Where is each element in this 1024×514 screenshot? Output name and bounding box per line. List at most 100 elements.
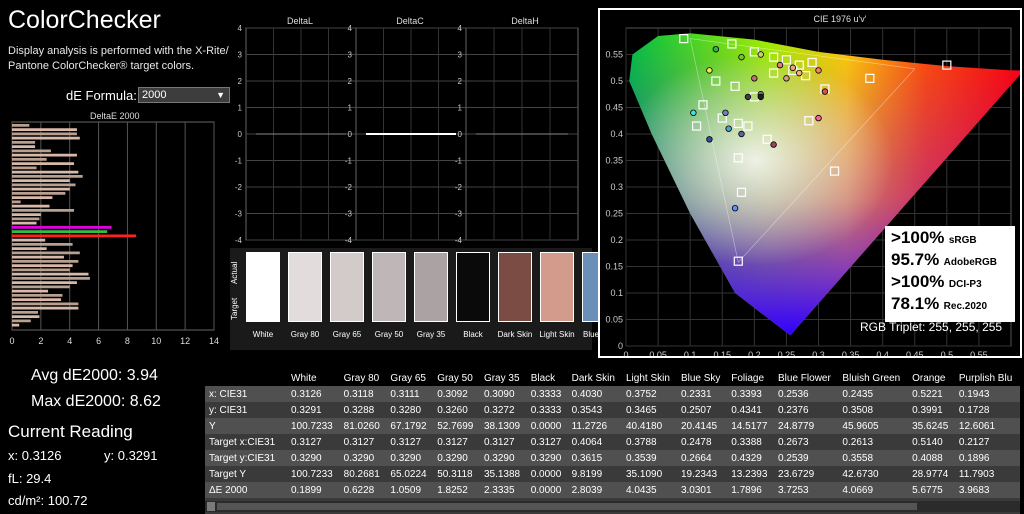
rec2020-label: Rec.2020 bbox=[943, 301, 988, 312]
deltae-bar bbox=[12, 272, 89, 276]
table-cell: 1.8252 bbox=[433, 482, 480, 498]
table-cell: 38.1309 bbox=[479, 418, 527, 434]
deltae-bar bbox=[12, 175, 83, 178]
table-cell: 0.5221 bbox=[908, 386, 955, 402]
deltae-bar bbox=[12, 136, 80, 140]
table-row: Target y:CIE31 0.3290 0.3290 0.3290 0.3290 0.… bbox=[205, 450, 1020, 466]
table-cell: 0.3111 bbox=[386, 386, 434, 402]
table-cell: 0.3752 bbox=[621, 386, 677, 402]
table-cell: 0.3290 bbox=[339, 450, 387, 466]
table-cell: 28.9774 bbox=[908, 466, 955, 482]
swatch-label: White bbox=[252, 330, 274, 339]
table-cell: 24.8779 bbox=[774, 418, 839, 434]
swatch-white bbox=[246, 252, 280, 322]
deltae-bar bbox=[12, 217, 40, 221]
delta-charts: 4 3 2 1 0 -1 -2 -3 -4 4 3 2 1 0 -1 -2 -3 -4 4 3 2 1 0 -1 -2 -3 -4 bbox=[235, 24, 579, 245]
table-row: Target x:CIE31 0.3127 0.3127 0.3127 0.3127 0.… bbox=[205, 434, 1020, 450]
table-cell: 0.4088 bbox=[908, 450, 955, 466]
table-cell: 0.2478 bbox=[676, 434, 728, 450]
table-horizontal-scrollbar[interactable] bbox=[205, 501, 1020, 512]
delta-y-tick: -2 bbox=[235, 183, 243, 192]
cie-y-tick: 0.4 bbox=[610, 129, 623, 139]
delta-y-tick: -3 bbox=[235, 210, 243, 219]
deltae-bar bbox=[12, 289, 49, 293]
swatch-label: Black bbox=[463, 330, 483, 339]
table-cell: 0.3333 bbox=[526, 402, 568, 418]
deltae-bar bbox=[12, 187, 70, 191]
deltae-bar bbox=[12, 204, 50, 208]
adobe-value: 95.7% bbox=[891, 250, 940, 269]
srgb-value: >100% bbox=[891, 228, 945, 247]
swatch-black bbox=[456, 252, 490, 322]
cie-y-tick: 0.55 bbox=[605, 50, 623, 60]
table-cell: 100.7233 bbox=[287, 418, 340, 434]
scroll-left-arrow[interactable] bbox=[207, 502, 215, 511]
delta-y-tick: 1 bbox=[238, 104, 243, 113]
de-formula-select[interactable]: 2000 ▼ bbox=[138, 87, 230, 103]
table-cell: 35.6245 bbox=[908, 418, 955, 434]
deltae-bar bbox=[12, 200, 21, 204]
table-cell: 0.3092 bbox=[433, 386, 480, 402]
table-cell: 0.3539 bbox=[621, 450, 677, 466]
cie-measured-point bbox=[744, 93, 752, 101]
table-row: Y 100.7233 81.0260 67.1792 52.7699 38.1309 0.0… bbox=[205, 418, 1020, 434]
deltae-bar bbox=[12, 294, 63, 297]
row-label: Target Y bbox=[205, 466, 287, 482]
table-cell: 12.6061 bbox=[954, 418, 1020, 434]
cie-x-tick: 0.1 bbox=[684, 350, 697, 356]
actual-label: Actual bbox=[230, 261, 239, 285]
cie-measured-point bbox=[789, 64, 797, 71]
deltae-x-tick: 10 bbox=[151, 336, 161, 346]
cie-measured-point bbox=[796, 69, 803, 77]
deltae-x-tick: 0 bbox=[9, 336, 14, 346]
table-cell: 2.8039 bbox=[567, 482, 622, 498]
deltae-x-tick: 12 bbox=[180, 336, 190, 346]
table-cell: 0.4329 bbox=[727, 450, 775, 466]
column-header: Blue Sky bbox=[676, 370, 728, 386]
table-cell: 50.3118 bbox=[433, 466, 480, 482]
gamut-coverage-box: >100% sRGB 95.7% AdobeRGB >100% DCI-P3 7… bbox=[885, 226, 1015, 322]
deltae-bar bbox=[12, 170, 79, 174]
table-cell: 0.3393 bbox=[727, 386, 775, 402]
page-title: ColorChecker bbox=[8, 6, 161, 34]
row-label: Y bbox=[205, 418, 287, 434]
table-cell: 0.1728 bbox=[954, 402, 1020, 418]
deltae-bar bbox=[12, 141, 36, 144]
table-cell: 23.6729 bbox=[774, 466, 839, 482]
scroll-thumb[interactable] bbox=[217, 503, 917, 510]
table-cell: 0.3615 bbox=[567, 450, 622, 466]
table-cell: 1.0509 bbox=[386, 482, 434, 498]
delta-y-tick: -1 bbox=[455, 157, 463, 166]
column-header: Gray 65 bbox=[386, 370, 434, 386]
table-cell: 0.3127 bbox=[386, 434, 434, 450]
table-cell: 0.3991 bbox=[908, 402, 955, 418]
deltae-x-tick: 4 bbox=[67, 336, 72, 346]
table-cell: 80.2681 bbox=[339, 466, 387, 482]
column-header: Gray 80 bbox=[339, 370, 387, 386]
table-cell: 20.4145 bbox=[676, 418, 728, 434]
cie-x-tick: 0 bbox=[623, 350, 628, 356]
table-cell: 0.3388 bbox=[727, 434, 775, 450]
deltae-bar bbox=[12, 145, 36, 148]
deltae-bar bbox=[12, 183, 76, 187]
table-cell: 0.3260 bbox=[433, 402, 480, 418]
table-cell: 3.9683 bbox=[954, 482, 1020, 498]
table-cell: 5.6775 bbox=[908, 482, 955, 498]
avg-de: Avg dE2000: 3.94 bbox=[31, 367, 158, 384]
table-cell: 0.4064 bbox=[567, 434, 622, 450]
deltae-bar bbox=[12, 251, 80, 255]
delta-y-tick: 1 bbox=[458, 104, 463, 113]
table-cell: 0.2664 bbox=[676, 450, 728, 466]
cie-measured-point bbox=[821, 88, 829, 95]
cie-y-tick: 0.2 bbox=[610, 235, 623, 245]
cie-x-tick: 0.05 bbox=[649, 350, 667, 356]
table-cell: 11.7903 bbox=[954, 466, 1020, 482]
table-cell: 42.6730 bbox=[838, 466, 909, 482]
cie-x-tick: 0.5 bbox=[941, 350, 954, 356]
deltae-bar bbox=[12, 192, 66, 195]
swatch-gray-80 bbox=[288, 252, 322, 322]
table-cell: 4.0669 bbox=[838, 482, 909, 498]
swatch-label: Dark Skin bbox=[497, 330, 533, 339]
deltae-x-tick: 2 bbox=[38, 336, 43, 346]
table-cell: 0.3291 bbox=[287, 402, 340, 418]
